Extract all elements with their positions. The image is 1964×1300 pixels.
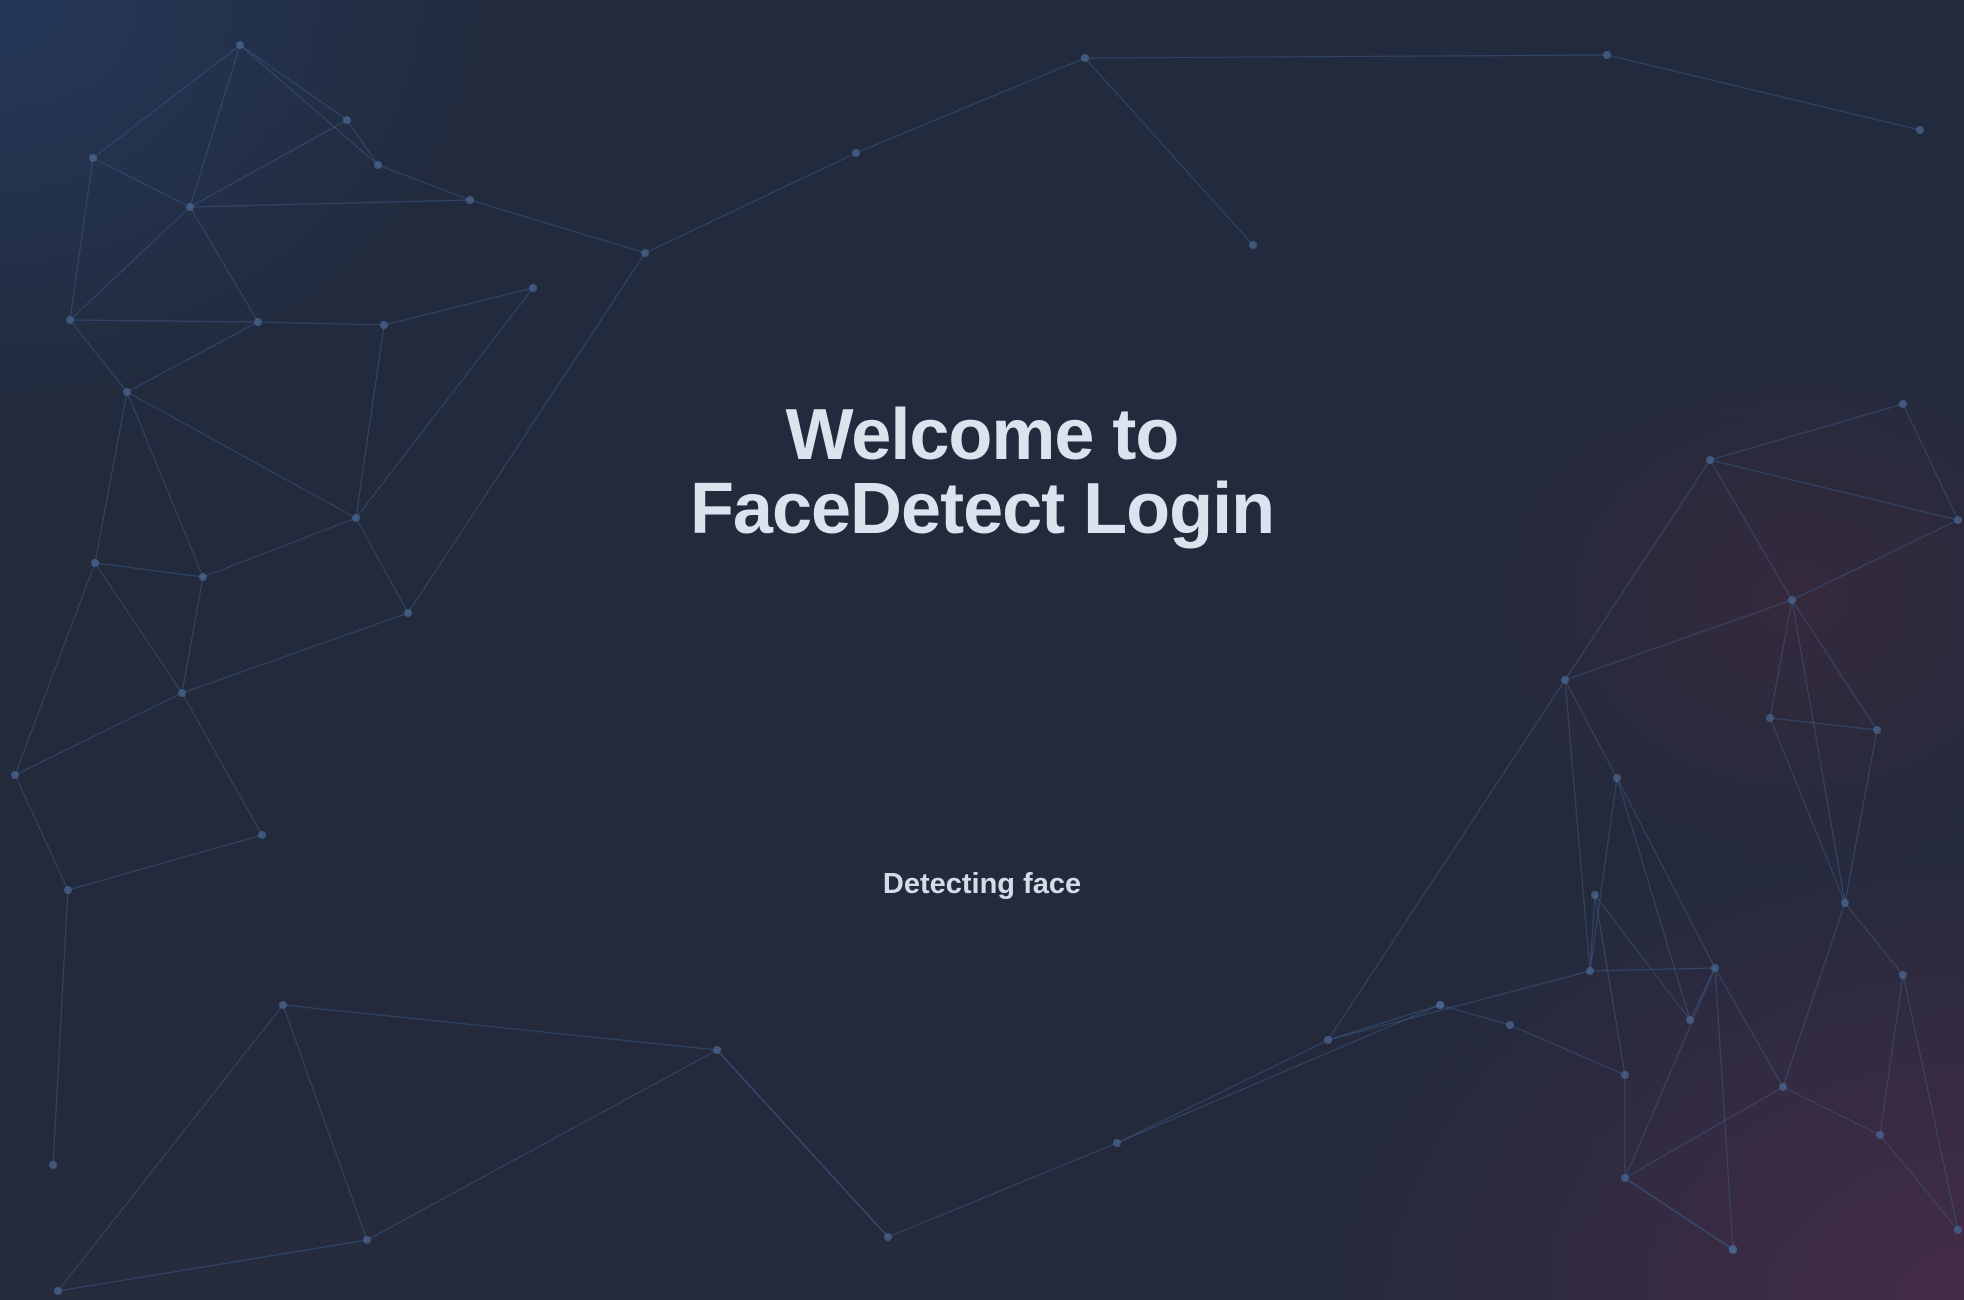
page-title-line-2: FaceDetect Login [689,469,1275,549]
page-title: Welcome to FaceDetect Login [0,398,1964,546]
page-title-line-1: Welcome to [785,395,1180,475]
login-screen: Welcome to FaceDetect Login Detecting fa… [0,0,1964,1300]
face-detection-status: Detecting face [882,868,1082,900]
